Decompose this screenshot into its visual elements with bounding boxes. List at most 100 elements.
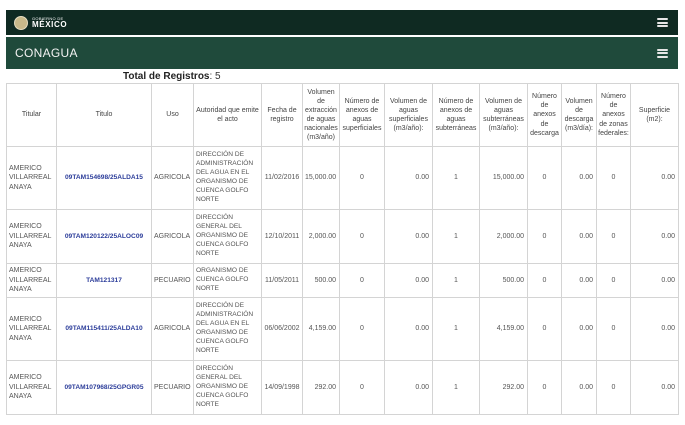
column-header[interactable]: Autoridad que emite el acto bbox=[193, 83, 262, 147]
vol-ext-cell: 292.00 bbox=[302, 360, 340, 415]
superficie-cell: 0.00 bbox=[630, 360, 679, 415]
titular-cell: AMERICO VILLARREAL ANAYA bbox=[6, 263, 57, 298]
gobierno-de-mexico-logo[interactable]: GOBIERNO DE MÉXICO bbox=[14, 15, 67, 30]
vol-sub-cell: 292.00 bbox=[479, 360, 528, 415]
vol-ext-cell: 15,000.00 bbox=[302, 146, 340, 210]
vol-sub-cell: 15,000.00 bbox=[479, 146, 528, 210]
uso-cell: AGRICOLA bbox=[151, 146, 194, 210]
autoridad-cell: DIRECCIÓN DE ADMINISTRACIÓN DEL AGUA EN … bbox=[193, 146, 262, 210]
n-sub-cell: 1 bbox=[432, 297, 480, 361]
n-sub-cell: 1 bbox=[432, 146, 480, 210]
n-zonas-cell: 0 bbox=[596, 263, 631, 298]
table-header-row: Titular Titulo Uso Autoridad que emite e… bbox=[6, 83, 679, 147]
n-sup-cell: 0 bbox=[339, 263, 385, 298]
column-header[interactable]: Uso bbox=[151, 83, 194, 147]
vol-sub-cell: 500.00 bbox=[479, 263, 528, 298]
column-header[interactable]: Volumen de aguas superficiales (m3/año): bbox=[384, 83, 433, 147]
n-desc-cell: 0 bbox=[527, 297, 562, 361]
vol-desc-cell: 0.00 bbox=[561, 263, 597, 298]
column-header[interactable]: Volumen de descarga (m3/día): bbox=[561, 83, 597, 147]
titulo-cell: 09TAM154698/25ALDA15 bbox=[56, 146, 152, 210]
vol-ext-cell: 4,159.00 bbox=[302, 297, 340, 361]
column-header[interactable]: Titulo bbox=[56, 83, 152, 147]
titulo-link[interactable]: 09TAM154698/25ALDA15 bbox=[65, 174, 143, 181]
titulo-link[interactable]: TAM121317 bbox=[86, 277, 122, 284]
vol-sup-cell: 0.00 bbox=[384, 146, 433, 210]
total-records-value: : 5 bbox=[209, 71, 221, 82]
vol-sub-cell: 2,000.00 bbox=[479, 209, 528, 264]
fecha-cell: 06/06/2002 bbox=[261, 297, 303, 361]
vol-desc-cell: 0.00 bbox=[561, 297, 597, 361]
column-header[interactable]: Número de anexos de aguas subterráneas bbox=[432, 83, 480, 147]
vol-sup-cell: 0.00 bbox=[384, 360, 433, 415]
autoridad-cell: ORGANISMO DE CUENCA GOLFO NORTE bbox=[193, 263, 262, 298]
table-row: AMERICO VILLARREAL ANAYA TAM121317 PECUA… bbox=[6, 263, 679, 298]
titular-cell: AMERICO VILLARREAL ANAYA bbox=[6, 297, 57, 361]
vol-sup-cell: 0.00 bbox=[384, 297, 433, 361]
n-desc-cell: 0 bbox=[527, 360, 562, 415]
n-zonas-cell: 0 bbox=[596, 209, 631, 264]
titulo-cell: 09TAM120122/25ALOC09 bbox=[56, 209, 152, 264]
table-row: AMERICO VILLARREAL ANAYA 09TAM154698/25A… bbox=[6, 146, 679, 210]
n-sub-cell: 1 bbox=[432, 263, 480, 298]
n-sup-cell: 0 bbox=[339, 360, 385, 415]
fecha-cell: 11/05/2011 bbox=[261, 263, 303, 298]
superficie-cell: 0.00 bbox=[630, 263, 679, 298]
n-zonas-cell: 0 bbox=[596, 146, 631, 210]
titulo-link[interactable]: 09TAM107968/25GPGR05 bbox=[64, 384, 143, 391]
mexico-seal-icon bbox=[14, 15, 28, 30]
autoridad-cell: DIRECCIÓN DE ADMINISTRACIÓN DEL AGUA EN … bbox=[193, 297, 262, 361]
titulo-cell: TAM121317 bbox=[56, 263, 152, 298]
total-records-label: Total de Registros bbox=[123, 71, 210, 82]
agency-bar: CONAGUA bbox=[6, 37, 678, 69]
column-header[interactable]: Fecha de registro bbox=[261, 83, 303, 147]
titulo-link[interactable]: 09TAM115411/25ALDA10 bbox=[65, 325, 142, 332]
vol-ext-cell: 500.00 bbox=[302, 263, 340, 298]
autoridad-cell: DIRECCIÓN GENERAL DEL ORGANISMO DE CUENC… bbox=[193, 360, 262, 415]
table-row: AMERICO VILLARREAL ANAYA 09TAM115411/25A… bbox=[6, 297, 679, 361]
vol-ext-cell: 2,000.00 bbox=[302, 209, 340, 264]
uso-cell: AGRICOLA bbox=[151, 209, 194, 264]
uso-cell: PECUARIO bbox=[151, 360, 194, 415]
titulo-link[interactable]: 09TAM120122/25ALOC09 bbox=[65, 233, 143, 240]
total-records: Total de Registros: 5 bbox=[123, 71, 221, 82]
column-header[interactable]: Volumen de aguas subterráneas (m3/año): bbox=[479, 83, 528, 147]
column-header[interactable]: Superficie (m2): bbox=[630, 83, 679, 147]
n-zonas-cell: 0 bbox=[596, 360, 631, 415]
fecha-cell: 12/10/2011 bbox=[261, 209, 303, 264]
vol-sup-cell: 0.00 bbox=[384, 209, 433, 264]
n-desc-cell: 0 bbox=[527, 209, 562, 264]
top-navbar: GOBIERNO DE MÉXICO bbox=[6, 10, 678, 35]
column-header[interactable]: Número de anexos de zonas federales: bbox=[596, 83, 631, 147]
titular-cell: AMERICO VILLARREAL ANAYA bbox=[6, 360, 57, 415]
fecha-cell: 11/02/2016 bbox=[261, 146, 303, 210]
n-sub-cell: 1 bbox=[432, 360, 480, 415]
table-row: AMERICO VILLARREAL ANAYA 09TAM107968/25G… bbox=[6, 360, 679, 415]
n-sup-cell: 0 bbox=[339, 297, 385, 361]
n-sub-cell: 1 bbox=[432, 209, 480, 264]
uso-cell: PECUARIO bbox=[151, 263, 194, 298]
titulo-cell: 09TAM107968/25GPGR05 bbox=[56, 360, 152, 415]
column-header[interactable]: Número de anexos de aguas superficiales bbox=[339, 83, 385, 147]
vol-desc-cell: 0.00 bbox=[561, 209, 597, 264]
column-header[interactable]: Titular bbox=[6, 83, 57, 147]
n-zonas-cell: 0 bbox=[596, 297, 631, 361]
hamburger-icon[interactable] bbox=[657, 18, 668, 27]
vol-sup-cell: 0.00 bbox=[384, 263, 433, 298]
autoridad-cell: DIRECCIÓN GENERAL DEL ORGANISMO DE CUENC… bbox=[193, 209, 262, 264]
superficie-cell: 0.00 bbox=[630, 297, 679, 361]
fecha-cell: 14/09/1998 bbox=[261, 360, 303, 415]
n-sup-cell: 0 bbox=[339, 146, 385, 210]
hamburger-icon[interactable] bbox=[657, 48, 668, 58]
column-header[interactable]: Volumen de extracción de aguas nacionale… bbox=[302, 83, 340, 147]
n-desc-cell: 0 bbox=[527, 146, 562, 210]
superficie-cell: 0.00 bbox=[630, 209, 679, 264]
table-row: AMERICO VILLARREAL ANAYA 09TAM120122/25A… bbox=[6, 209, 679, 264]
vol-desc-cell: 0.00 bbox=[561, 146, 597, 210]
agency-title: CONAGUA bbox=[15, 46, 78, 60]
vol-sub-cell: 4,159.00 bbox=[479, 297, 528, 361]
records-table: Titular Titulo Uso Autoridad que emite e… bbox=[6, 83, 679, 415]
n-sup-cell: 0 bbox=[339, 209, 385, 264]
n-desc-cell: 0 bbox=[527, 263, 562, 298]
column-header[interactable]: Número de anexos de descarga bbox=[527, 83, 562, 147]
